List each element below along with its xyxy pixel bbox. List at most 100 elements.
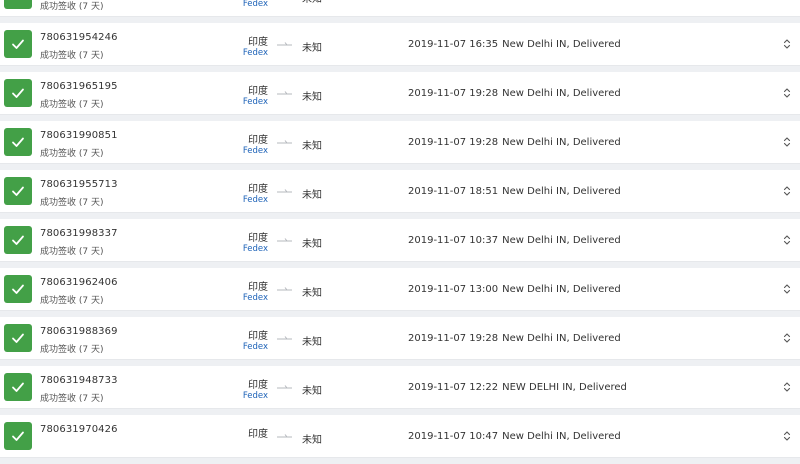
shipment-row[interactable]: 780631970426 印度 未知 2019-11-07 10:47 New D… [0,415,800,458]
expand-collapse-icon[interactable] [783,38,791,50]
event-description: New Delhi IN, Delivered [502,137,621,148]
tracking-number[interactable]: 780631954246 [40,32,118,43]
expand-collapse-icon[interactable] [783,136,791,148]
tracking-number[interactable]: 780631948733 [40,375,118,386]
event-time: 2019-11-07 10:47 [408,431,499,442]
tracking-number[interactable]: 780631988369 [40,326,118,337]
expand-collapse-icon[interactable] [783,381,791,393]
shipment-row[interactable]: 780631988369 成功签收 (7 天) 印度 Fedex 未知 2019… [0,317,800,360]
origin-country: 印度 [248,233,268,244]
event-description: New Delhi IN, Delivered [502,431,621,442]
shipment-row[interactable]: 780631955713 成功签收 (7 天) 印度 Fedex 未知 2019… [0,170,800,213]
origin-country: 印度 [248,37,268,48]
destination-country: 未知 [302,239,322,250]
shipment-row[interactable]: 780631954246 成功签收 (7 天) 印度 Fedex 未知 2019… [0,0,800,17]
arrow-right-icon [277,385,292,389]
tracking-number[interactable]: 780631962406 [40,277,118,288]
event-time: 2019-11-07 19:28 [408,137,499,148]
expand-collapse-icon[interactable] [783,430,791,442]
origin-country: 印度 [248,429,268,440]
event-time: 2019-11-07 18:51 [408,186,499,197]
origin-country: 印度 [248,331,268,342]
arrow-right-icon [277,434,292,438]
check-icon[interactable] [4,128,32,156]
tracking-number[interactable]: 780631990851 [40,130,118,141]
latest-event: 2019-11-07 10:47 New Delhi IN, Delivered [408,431,621,442]
shipment-row[interactable]: 780631990851 成功签收 (7 天) 印度 Fedex 未知 2019… [0,121,800,164]
arrow-right-icon [277,238,292,242]
latest-event: 2019-11-07 19:28 New Delhi IN, Delivered [408,137,621,148]
carrier-link[interactable]: Fedex [243,244,268,254]
check-icon[interactable] [4,30,32,58]
event-description: New Delhi IN, Delivered [502,88,621,99]
latest-event: 2019-11-07 13:00 New Delhi IN, Delivered [408,284,621,295]
origin-country: 印度 [248,86,268,97]
expand-collapse-icon[interactable] [783,0,791,1]
event-time: 2019-11-07 19:28 [408,333,499,344]
carrier-link[interactable]: Fedex [243,391,268,401]
shipment-row[interactable]: 780631965195 成功签收 (7 天) 印度 Fedex 未知 2019… [0,72,800,115]
latest-event: 2019-11-07 19:28 New Delhi IN, Delivered [408,88,621,99]
shipment-row[interactable]: 780631962406 成功签收 (7 天) 印度 Fedex 未知 2019… [0,268,800,311]
carrier-link[interactable]: Fedex [243,97,268,107]
carrier-link[interactable]: Fedex [243,0,268,9]
carrier-link[interactable]: Fedex [243,48,268,58]
delivery-status: 成功签收 (7 天) [40,345,104,355]
event-description: New Delhi IN, Delivered [502,186,621,197]
expand-collapse-icon[interactable] [783,332,791,344]
arrow-right-icon [277,91,292,95]
latest-event: 2019-11-07 10:37 New Delhi IN, Delivered [408,235,621,246]
check-icon[interactable] [4,0,32,9]
delivery-status: 成功签收 (7 天) [40,394,104,404]
tracking-number[interactable]: 780631970426 [40,424,118,435]
tracking-number[interactable]: 780631965195 [40,81,118,92]
event-description: South Delhi IN, Delivered [502,0,628,1]
destination-country: 未知 [302,141,322,152]
carrier-link[interactable]: Fedex [243,293,268,303]
carrier-link[interactable]: Fedex [243,195,268,205]
expand-collapse-icon[interactable] [783,283,791,295]
shipment-row[interactable]: 780631998337 成功签收 (7 天) 印度 Fedex 未知 2019… [0,219,800,262]
expand-collapse-icon[interactable] [783,234,791,246]
arrow-right-icon [277,287,292,291]
shipment-row[interactable]: 780631954246 成功签收 (7 天) 印度 Fedex 未知 2019… [0,23,800,66]
origin-country: 印度 [248,282,268,293]
event-time: 2019-11-07 13:00 [408,284,499,295]
check-icon[interactable] [4,177,32,205]
carrier-link[interactable]: Fedex [243,342,268,352]
event-description: NEW DELHI IN, Delivered [502,382,627,393]
delivery-status: 成功签收 (7 天) [40,2,104,12]
latest-event: 2019-11-07 12:22 NEW DELHI IN, Delivered [408,382,627,393]
event-time: 2019-11-07 19:28 [408,88,499,99]
destination-country: 未知 [302,43,322,54]
event-time: 2019-11-07 10:37 [408,0,498,1]
arrow-right-icon [277,140,292,144]
tracking-number[interactable]: 780631998337 [40,228,118,239]
expand-collapse-icon[interactable] [783,87,791,99]
check-icon[interactable] [4,275,32,303]
event-time: 2019-11-07 10:37 [408,235,499,246]
destination-country: 未知 [302,386,322,397]
event-description: New Delhi IN, Delivered [502,235,621,246]
shipment-row[interactable]: 780631948733 成功签收 (7 天) 印度 Fedex 未知 2019… [0,366,800,409]
destination-country: 未知 [302,0,322,5]
latest-event: 2019-11-07 16:35 New Delhi IN, Delivered [408,39,621,50]
event-description: New Delhi IN, Delivered [502,333,621,344]
delivery-status: 成功签收 (7 天) [40,149,104,159]
check-icon[interactable] [4,324,32,352]
check-icon[interactable] [4,422,32,450]
tracking-number[interactable]: 780631955713 [40,179,118,190]
carrier-link[interactable]: Fedex [243,146,268,156]
check-icon[interactable] [4,373,32,401]
check-icon[interactable] [4,226,32,254]
expand-collapse-icon[interactable] [783,185,791,197]
event-description: New Delhi IN, Delivered [502,284,621,295]
destination-country: 未知 [302,92,322,103]
arrow-right-icon [277,42,292,46]
event-time: 2019-11-07 12:22 [408,382,499,393]
latest-event: 2019-11-07 19:28 New Delhi IN, Delivered [408,333,621,344]
delivery-status: 成功签收 (7 天) [40,296,104,306]
origin-country: 印度 [248,135,268,146]
check-icon[interactable] [4,79,32,107]
origin-country: 印度 [248,184,268,195]
